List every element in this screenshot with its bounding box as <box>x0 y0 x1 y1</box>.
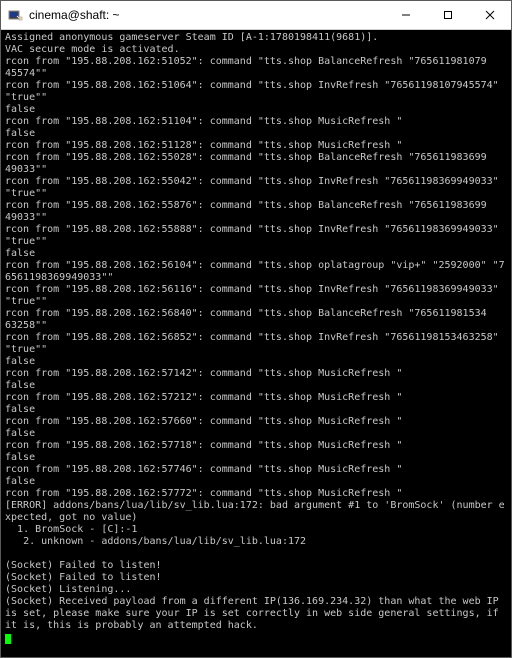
close-button[interactable] <box>469 1 511 29</box>
terminal-output[interactable]: Assigned anonymous gameserver Steam ID [… <box>1 30 511 657</box>
terminal-cursor <box>5 634 11 644</box>
titlebar[interactable]: cinema@shaft: ~ <box>1 1 511 30</box>
minimize-button[interactable] <box>385 1 427 29</box>
window-controls <box>385 1 511 29</box>
maximize-button[interactable] <box>427 1 469 29</box>
app-window: cinema@shaft: ~ Assigned anonymous games… <box>0 0 512 658</box>
putty-icon <box>7 7 23 23</box>
window-title: cinema@shaft: ~ <box>29 8 385 22</box>
